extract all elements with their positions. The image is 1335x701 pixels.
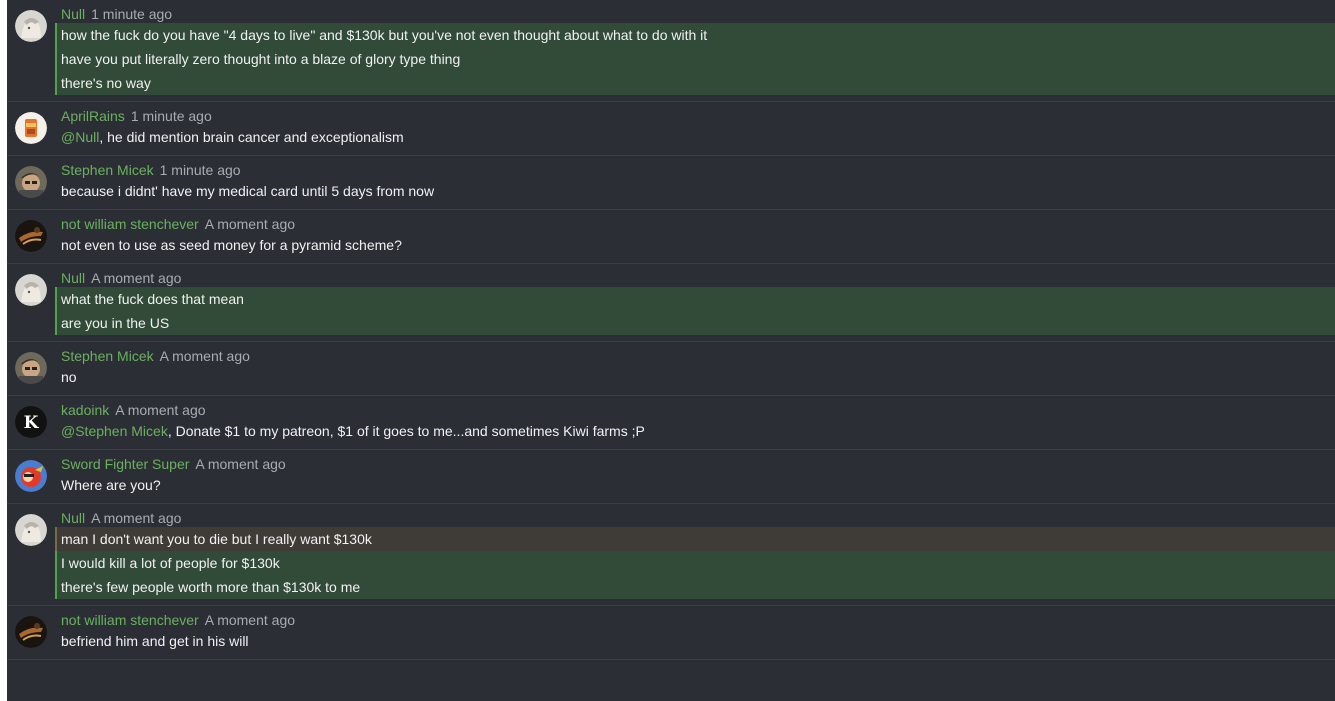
- null-avatar[interactable]: [15, 10, 47, 42]
- message-header: Null A moment ago: [61, 510, 1335, 527]
- sword-avatar[interactable]: [15, 460, 47, 492]
- author-name[interactable]: Sword Fighter Super: [61, 456, 189, 472]
- author-name[interactable]: not william stenchever: [61, 612, 199, 628]
- message-header: kadoink A moment ago: [61, 402, 1335, 419]
- author-name[interactable]: Null: [61, 6, 85, 22]
- message-header: Null A moment ago: [61, 270, 1335, 287]
- message-text: how the fuck do you have "4 days to live…: [61, 27, 708, 43]
- message-text: no: [61, 369, 77, 385]
- message-line: befriend him and get in his will: [55, 629, 1335, 653]
- message-line: Where are you?: [55, 473, 1335, 497]
- message-header: Null 1 minute ago: [61, 6, 1335, 23]
- author-name[interactable]: Null: [61, 510, 85, 526]
- author-name[interactable]: Null: [61, 270, 85, 286]
- stephen-avatar[interactable]: [15, 166, 47, 198]
- message-text: Where are you?: [61, 477, 161, 493]
- message-text: because i didnt' have my medical card un…: [61, 183, 435, 199]
- message-line: have you put literally zero thought into…: [55, 47, 1335, 71]
- author-name[interactable]: AprilRains: [61, 108, 125, 124]
- message-text: not even to use as seed money for a pyra…: [61, 237, 402, 253]
- message-line: how the fuck do you have "4 days to live…: [55, 23, 1335, 47]
- message-line: @Stephen Micek, Donate $1 to my patreon,…: [55, 419, 1335, 443]
- message-line: no: [55, 365, 1335, 389]
- message-text: , he did mention brain cancer and except…: [99, 129, 404, 145]
- message-header: Stephen Micek A moment ago: [61, 348, 1335, 365]
- chat-message: Null A moment ago what the fuck does that …: [7, 264, 1335, 342]
- message-text: there's no way: [61, 75, 151, 91]
- chat-message: AprilRains 1 minute ago @Null, he did ment…: [7, 102, 1335, 156]
- null-avatar[interactable]: [15, 514, 47, 546]
- user-mention[interactable]: @Stephen Micek: [61, 423, 168, 439]
- message-timestamp: A moment ago: [204, 216, 296, 232]
- message-timestamp: 1 minute ago: [91, 6, 173, 22]
- svg-text:K: K: [24, 413, 40, 433]
- message-line: I would kill a lot of people for $130k: [55, 551, 1335, 575]
- message-text: befriend him and get in his will: [61, 633, 249, 649]
- message-text: what the fuck does that mean: [61, 291, 244, 307]
- chat-message-list[interactable]: Null 1 minute ago how the fuck do you have…: [7, 0, 1335, 701]
- message-timestamp: A moment ago: [159, 348, 250, 364]
- chat-message: not william stenchever A moment ago not ev…: [7, 210, 1335, 264]
- chat-message: Stephen Micek 1 minute ago because i didnt…: [7, 156, 1335, 210]
- message-line: what the fuck does that mean: [55, 287, 1335, 311]
- message-timestamp: A moment ago: [91, 270, 182, 286]
- message-text: I would kill a lot of people for $130k: [61, 555, 280, 571]
- null-avatar[interactable]: [15, 274, 47, 306]
- chat-message: not william stenchever A moment ago befrie…: [7, 606, 1335, 660]
- message-timestamp: A moment ago: [115, 402, 206, 418]
- author-name[interactable]: not william stenchever: [61, 216, 199, 232]
- william-avatar[interactable]: [15, 220, 47, 252]
- message-header: Sword Fighter Super A moment ago: [61, 456, 1335, 473]
- message-timestamp: A moment ago: [195, 456, 286, 472]
- message-line: there's few people worth more than $130k…: [55, 575, 1335, 599]
- message-line: not even to use as seed money for a pyra…: [55, 233, 1335, 257]
- william-avatar[interactable]: [15, 616, 47, 648]
- chat-message: Null A moment ago man I don't want you to …: [7, 504, 1335, 606]
- author-name[interactable]: kadoink: [61, 402, 109, 418]
- message-header: not william stenchever A moment ago: [61, 216, 1335, 233]
- message-text: have you put literally zero thought into…: [61, 51, 461, 67]
- message-text: man I don't want you to die but I really…: [61, 531, 372, 547]
- chat-message: Sword Fighter Super A moment ago Where are…: [7, 450, 1335, 504]
- chat-message: Kkadoink A moment ago @Stephen Micek, Dona…: [7, 396, 1335, 450]
- message-text: , Donate $1 to my patreon, $1 of it goes…: [167, 423, 645, 439]
- message-timestamp: 1 minute ago: [130, 108, 212, 124]
- message-text: there's few people worth more than $130k…: [61, 579, 361, 595]
- chat-message: Stephen Micek A moment ago no: [7, 342, 1335, 396]
- stephen-avatar[interactable]: [15, 352, 47, 384]
- message-header: AprilRains 1 minute ago: [61, 108, 1335, 125]
- message-header: not william stenchever A moment ago: [61, 612, 1335, 629]
- message-line: are you in the US: [55, 311, 1335, 335]
- message-line: there's no way: [55, 71, 1335, 95]
- message-line: @Null, he did mention brain cancer and e…: [55, 125, 1335, 149]
- message-header: Stephen Micek 1 minute ago: [61, 162, 1335, 179]
- user-mention[interactable]: @Null: [61, 129, 99, 145]
- message-text: are you in the US: [61, 315, 170, 331]
- message-line: because i didnt' have my medical card un…: [55, 179, 1335, 203]
- kadoink-avatar[interactable]: K: [15, 406, 47, 438]
- author-name[interactable]: Stephen Micek: [61, 348, 154, 364]
- message-timestamp: A moment ago: [91, 510, 182, 526]
- author-name[interactable]: Stephen Micek: [61, 162, 154, 178]
- aprilrains-avatar[interactable]: [15, 112, 47, 144]
- message-line: man I don't want you to die but I really…: [55, 527, 1335, 551]
- chat-message: Null 1 minute ago how the fuck do you have…: [7, 0, 1335, 102]
- message-timestamp: 1 minute ago: [159, 162, 241, 178]
- message-timestamp: A moment ago: [204, 612, 296, 628]
